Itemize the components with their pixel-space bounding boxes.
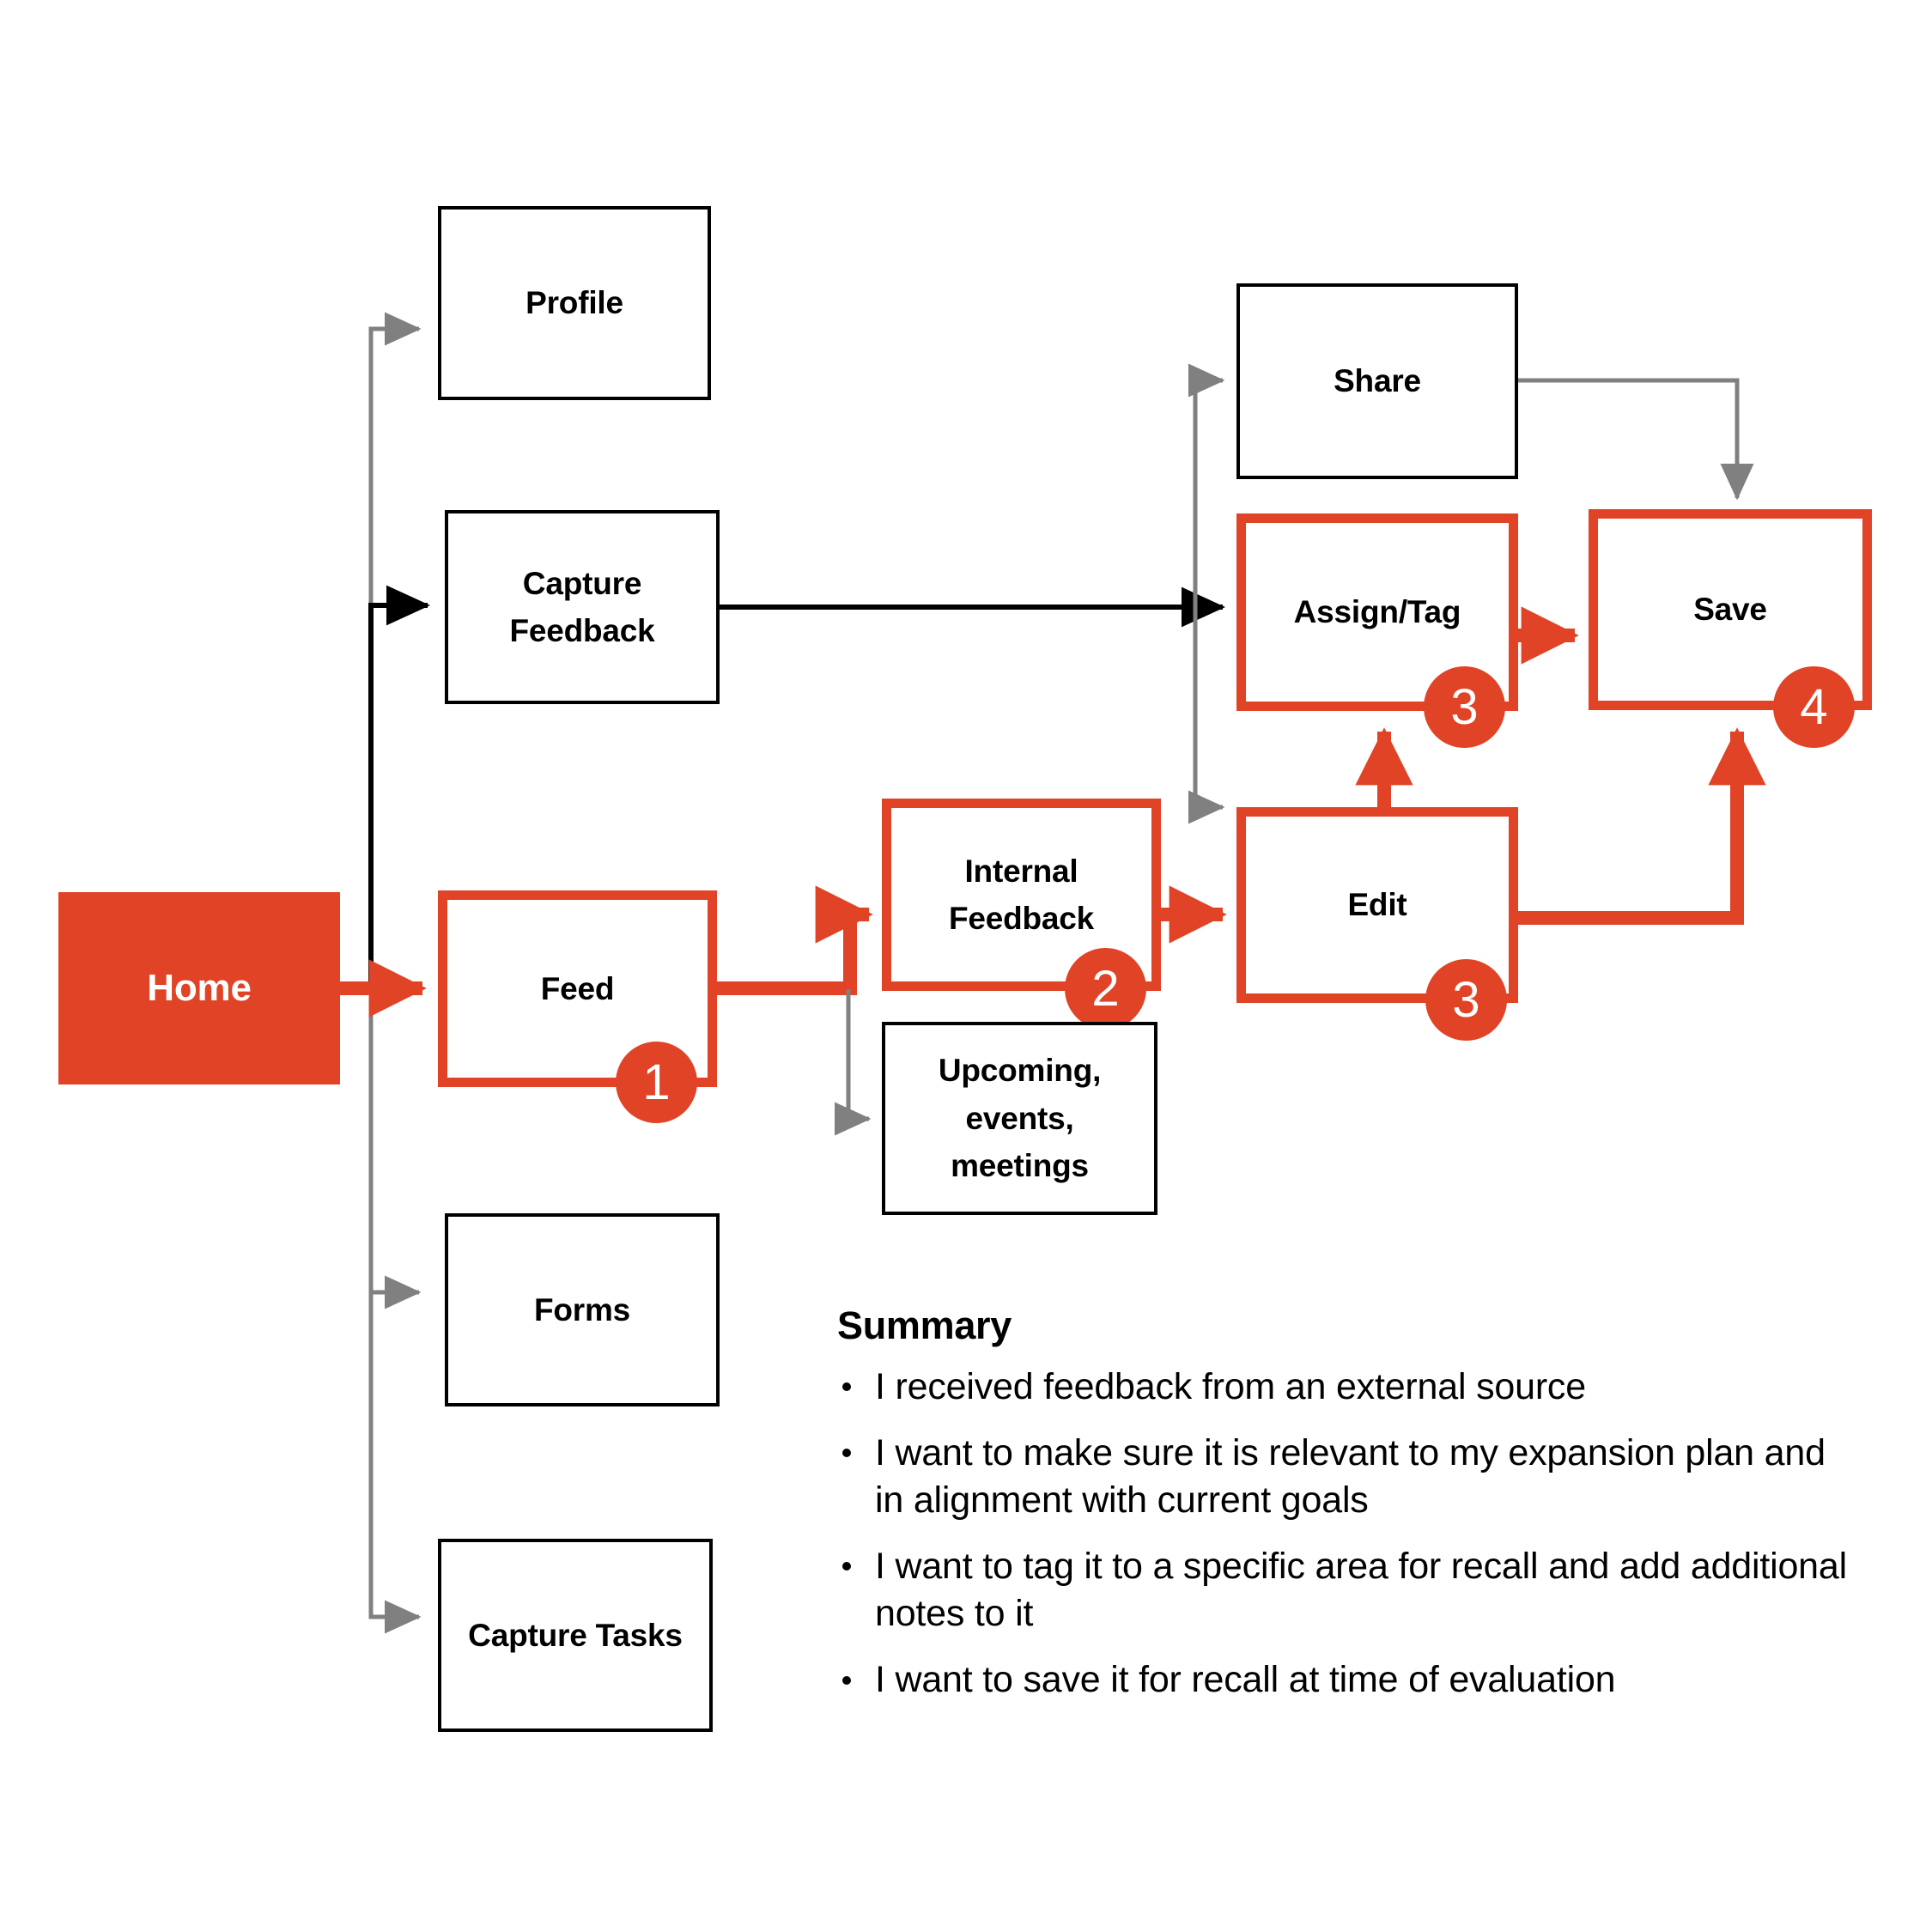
connector-home-to-profile <box>368 312 422 986</box>
connector-home-to-forms <box>368 996 422 1309</box>
summary-list-item-text: I received feedback from an external sou… <box>875 1366 1586 1407</box>
node-capture-tasks-label: Capture Tasks <box>468 1617 683 1653</box>
badge-save-step: 4 <box>1773 666 1855 748</box>
node-edit-label: Edit <box>1347 887 1407 923</box>
summary-heading: Summary <box>837 1303 1012 1347</box>
connector-home-to-capture-feedback <box>368 585 430 986</box>
summary-list-item: I want to save it for recall at time of … <box>837 1656 1850 1704</box>
summary-list-item-text: I want to make sure it is relevant to my… <box>875 1432 1826 1522</box>
summary-list-item-text: I want to save it for recall at time of … <box>875 1659 1616 1701</box>
summary-list-item: I want to make sure it is relevant to my… <box>837 1430 1850 1524</box>
node-home-label: Home <box>147 967 252 1009</box>
connector-edit-to-save <box>1518 727 1766 925</box>
node-upcoming-events-meetings-label: Upcoming, events, meetings <box>938 1053 1102 1184</box>
badge-edit-step: 3 <box>1425 959 1507 1041</box>
node-profile-label: Profile <box>526 285 623 321</box>
badge-internal-feedback-step-value: 2 <box>1091 961 1120 1017</box>
node-upcoming-events-meetings[interactable]: Upcoming, events, meetings <box>882 1022 1157 1215</box>
bullet-icon <box>842 1675 851 1685</box>
node-internal-feedback-label: Internal Feedback <box>948 853 1095 937</box>
badge-save-step-value: 4 <box>1800 679 1828 735</box>
node-feed-label: Feed <box>540 970 615 1006</box>
node-capture-feedback-label: Capture Feedback <box>509 565 655 649</box>
summary-list-item: I want to tag it to a specific area for … <box>837 1543 1850 1637</box>
node-profile[interactable]: Profile <box>438 206 711 400</box>
bullet-icon <box>842 1449 851 1458</box>
connector-home-to-capture-tasks <box>368 996 422 1634</box>
flow-diagram-canvas: Home Profile Capture Feedback Feed 1 Int… <box>0 0 1932 1932</box>
node-forms-label: Forms <box>533 1291 631 1327</box>
connector-share-to-save <box>1518 378 1754 501</box>
badge-feed-step: 1 <box>616 1042 697 1123</box>
summary-list: I received feedback from an external sou… <box>837 1364 1850 1704</box>
badge-assign-tag-step: 3 <box>1424 666 1505 748</box>
badge-internal-feedback-step: 2 <box>1065 948 1146 1030</box>
connector-branch-to-share <box>1188 363 1225 807</box>
node-share-label: Share <box>1334 363 1421 399</box>
node-capture-tasks[interactable]: Capture Tasks <box>438 1539 713 1732</box>
node-share[interactable]: Share <box>1236 283 1518 479</box>
connector-feed-to-upcoming <box>835 989 872 1136</box>
badge-feed-step-value: 1 <box>642 1054 671 1110</box>
summary-list-item-text: I want to tag it to a specific area for … <box>875 1546 1847 1635</box>
summary-section: Summary I received feedback from an exte… <box>837 1303 1850 1722</box>
bullet-icon <box>842 1562 851 1571</box>
node-capture-feedback[interactable]: Capture Feedback <box>445 510 720 704</box>
badge-edit-step-value: 3 <box>1452 972 1480 1028</box>
node-forms[interactable]: Forms <box>445 1213 720 1406</box>
summary-list-item: I received feedback from an external sou… <box>837 1364 1850 1411</box>
connector-feed-to-internal-feedback <box>717 885 873 995</box>
bullet-icon <box>842 1382 851 1392</box>
badge-assign-tag-step-value: 3 <box>1450 679 1479 735</box>
node-save-label: Save <box>1693 592 1767 628</box>
node-assign-tag-label: Assign/Tag <box>1293 594 1461 630</box>
node-home[interactable]: Home <box>58 892 340 1084</box>
